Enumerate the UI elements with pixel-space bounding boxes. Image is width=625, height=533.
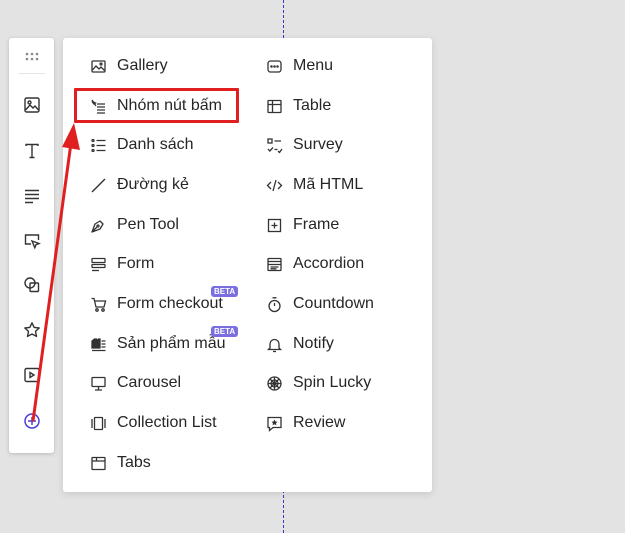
annotation-arrow (31, 123, 80, 422)
